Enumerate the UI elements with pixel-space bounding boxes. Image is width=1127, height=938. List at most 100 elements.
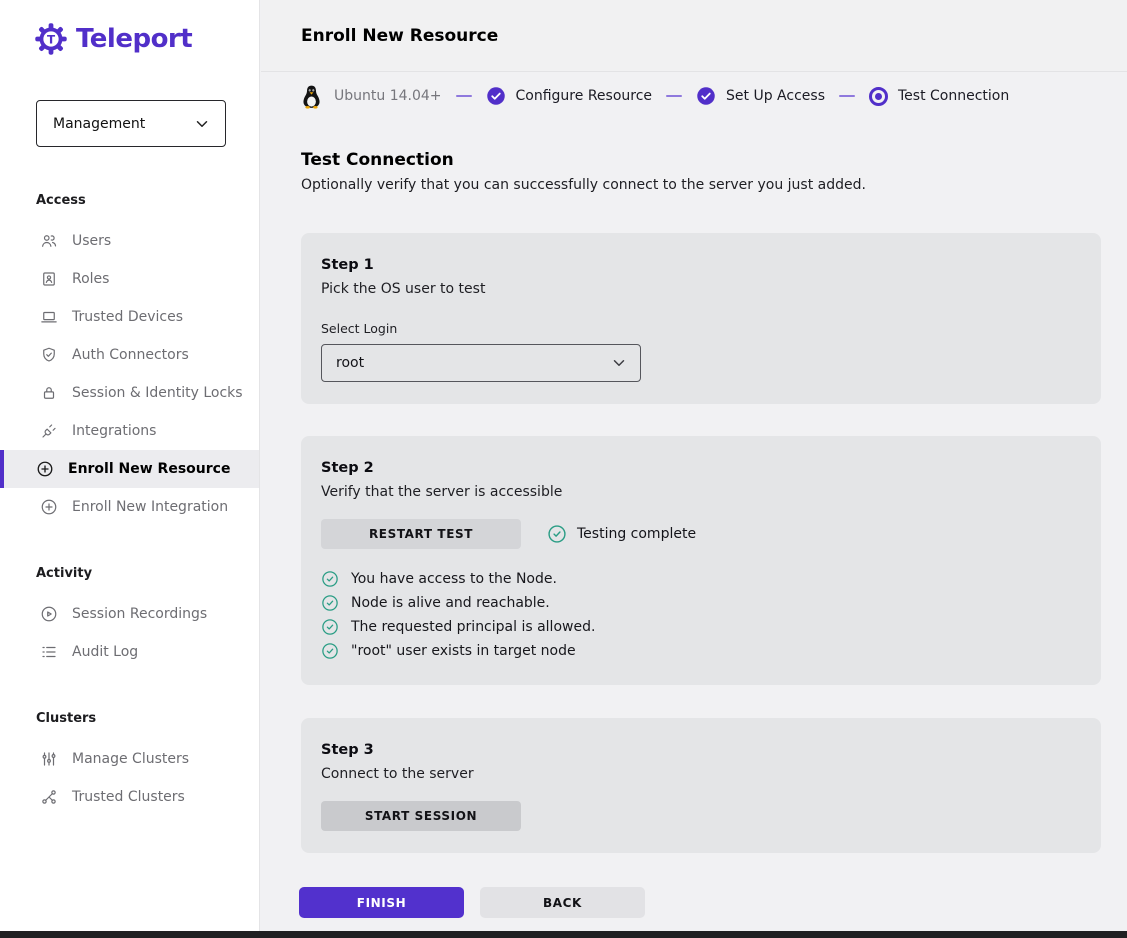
- sliders-icon: [40, 750, 58, 768]
- nav-section-activity: Activity: [36, 566, 259, 581]
- sidebar-item-label: Users: [72, 233, 111, 249]
- nav-list-access: Users Roles Trusted Devices Auth Connect…: [0, 222, 259, 526]
- sidebar-item-label: Audit Log: [72, 644, 138, 660]
- login-select[interactable]: root: [321, 344, 641, 382]
- plus-circle-icon: [36, 460, 54, 478]
- sidebar-item-session-recordings[interactable]: Session Recordings: [0, 595, 259, 633]
- sidebar-item-label: Trusted Clusters: [72, 789, 185, 805]
- sidebar-item-label: Integrations: [72, 423, 156, 439]
- check-circle-icon: [321, 642, 339, 660]
- check-item: "root" user exists in target node: [321, 639, 1081, 663]
- wizard-footer: FINISH BACK: [299, 887, 1127, 918]
- sidebar-item-label: Enroll New Resource: [68, 461, 230, 477]
- enroll-stepper: Ubuntu 14.04+ Configure Resource Set Up …: [261, 72, 1127, 120]
- step3-title: Step 3: [321, 742, 1081, 758]
- sidebar-item-users[interactable]: Users: [0, 222, 259, 260]
- sidebar-item-trusted-clusters[interactable]: Trusted Clusters: [0, 778, 259, 816]
- sidebar-item-auth-connectors[interactable]: Auth Connectors: [0, 336, 259, 374]
- check-item: Node is alive and reachable.: [321, 591, 1081, 615]
- section-heading: Test Connection: [301, 150, 1127, 170]
- sidebar: T Teleport Management Access Users Roles: [0, 0, 260, 931]
- step1-description: Pick the OS user to test: [321, 279, 1081, 299]
- sidebar-item-label: Trusted Devices: [72, 309, 183, 325]
- play-circle-icon: [40, 605, 58, 623]
- check-item-text: You have access to the Node.: [351, 571, 557, 587]
- content: Test Connection Optionally verify that y…: [261, 150, 1127, 853]
- check-circle-icon: [321, 594, 339, 612]
- nav-list-activity: Session Recordings Audit Log: [0, 595, 259, 671]
- step3-card: Step 3 Connect to the server START SESSI…: [301, 718, 1101, 853]
- network-icon: [40, 788, 58, 806]
- sidebar-item-label: Enroll New Integration: [72, 499, 228, 515]
- sidebar-item-label: Roles: [72, 271, 109, 287]
- list-icon: [40, 643, 58, 661]
- sidebar-item-integrations[interactable]: Integrations: [0, 412, 259, 450]
- stepper-resource-label: Ubuntu 14.04+: [334, 88, 442, 104]
- step1-card: Step 1 Pick the OS user to test Select L…: [301, 233, 1101, 404]
- stepper-divider: [839, 95, 855, 97]
- sidebar-item-roles[interactable]: Roles: [0, 260, 259, 298]
- bottom-window-edge: [0, 931, 1127, 938]
- stepper-step-set-up-access: Set Up Access: [726, 88, 825, 104]
- integrations-icon: [40, 422, 58, 440]
- check-item: You have access to the Node.: [321, 567, 1081, 591]
- sidebar-item-enroll-new-resource[interactable]: Enroll New Resource: [0, 450, 259, 488]
- section-subheading: Optionally verify that you can successfu…: [301, 177, 1127, 193]
- plus-circle-icon: [40, 498, 58, 516]
- check-item-text: Node is alive and reachable.: [351, 595, 550, 611]
- step-complete-icon: [486, 86, 506, 106]
- sidebar-item-manage-clusters[interactable]: Manage Clusters: [0, 740, 259, 778]
- teleport-logo[interactable]: T Teleport: [0, 0, 259, 56]
- testing-complete-status: Testing complete: [547, 524, 696, 544]
- chevron-down-icon: [610, 354, 628, 372]
- step3-description: Connect to the server: [321, 764, 1081, 784]
- nav-section-clusters: Clusters: [36, 711, 259, 726]
- main-area: Enroll New Resource Ubuntu 14.04+ Config…: [261, 0, 1127, 931]
- select-login-label: Select Login: [321, 321, 1081, 336]
- step2-title: Step 2: [321, 460, 1081, 476]
- step-complete-icon: [696, 86, 716, 106]
- step2-card: Step 2 Verify that the server is accessi…: [301, 436, 1101, 685]
- workspace-selector[interactable]: Management: [36, 100, 226, 147]
- restart-test-button[interactable]: RESTART TEST: [321, 519, 521, 549]
- sidebar-item-session-identity-locks[interactable]: Session & Identity Locks: [0, 374, 259, 412]
- step2-description: Verify that the server is accessible: [321, 482, 1081, 502]
- svg-text:T: T: [47, 33, 56, 47]
- auth-connectors-icon: [40, 346, 58, 364]
- sidebar-item-audit-log[interactable]: Audit Log: [0, 633, 259, 671]
- sidebar-item-label: Session Recordings: [72, 606, 207, 622]
- users-icon: [40, 232, 58, 250]
- sidebar-item-label: Session & Identity Locks: [72, 385, 243, 401]
- check-item-text: The requested principal is allowed.: [351, 619, 595, 635]
- teleport-gear-icon: T: [34, 22, 68, 56]
- trusted-devices-icon: [40, 308, 58, 326]
- nav-list-clusters: Manage Clusters Trusted Clusters: [0, 740, 259, 816]
- status-text: Testing complete: [577, 526, 696, 542]
- finish-button[interactable]: FINISH: [299, 887, 464, 918]
- roles-icon: [40, 270, 58, 288]
- stepper-divider: [666, 95, 682, 97]
- stepper-step-test-connection: Test Connection: [898, 88, 1009, 104]
- sidebar-item-trusted-devices[interactable]: Trusted Devices: [0, 298, 259, 336]
- stepper-step-configure-resource: Configure Resource: [516, 88, 653, 104]
- sidebar-item-label: Auth Connectors: [72, 347, 189, 363]
- test-check-list: You have access to the Node. Node is ali…: [321, 567, 1081, 663]
- login-select-value: root: [336, 355, 364, 371]
- start-session-button[interactable]: START SESSION: [321, 801, 521, 831]
- check-item-text: "root" user exists in target node: [351, 643, 576, 659]
- nav-section-access: Access: [36, 193, 259, 208]
- chevron-down-icon: [193, 115, 211, 133]
- step-current-icon: [869, 87, 888, 106]
- step1-title: Step 1: [321, 257, 1081, 273]
- brand-wordmark: Teleport: [76, 24, 192, 54]
- stepper-divider: [456, 95, 472, 97]
- page-title: Enroll New Resource: [301, 26, 498, 46]
- sidebar-item-enroll-new-integration[interactable]: Enroll New Integration: [0, 488, 259, 526]
- linux-tux-icon: [301, 84, 322, 109]
- sidebar-item-label: Manage Clusters: [72, 751, 189, 767]
- check-circle-icon: [321, 618, 339, 636]
- back-button[interactable]: BACK: [480, 887, 645, 918]
- lock-icon: [40, 384, 58, 402]
- page-header: Enroll New Resource: [261, 0, 1127, 72]
- check-circle-icon: [547, 524, 567, 544]
